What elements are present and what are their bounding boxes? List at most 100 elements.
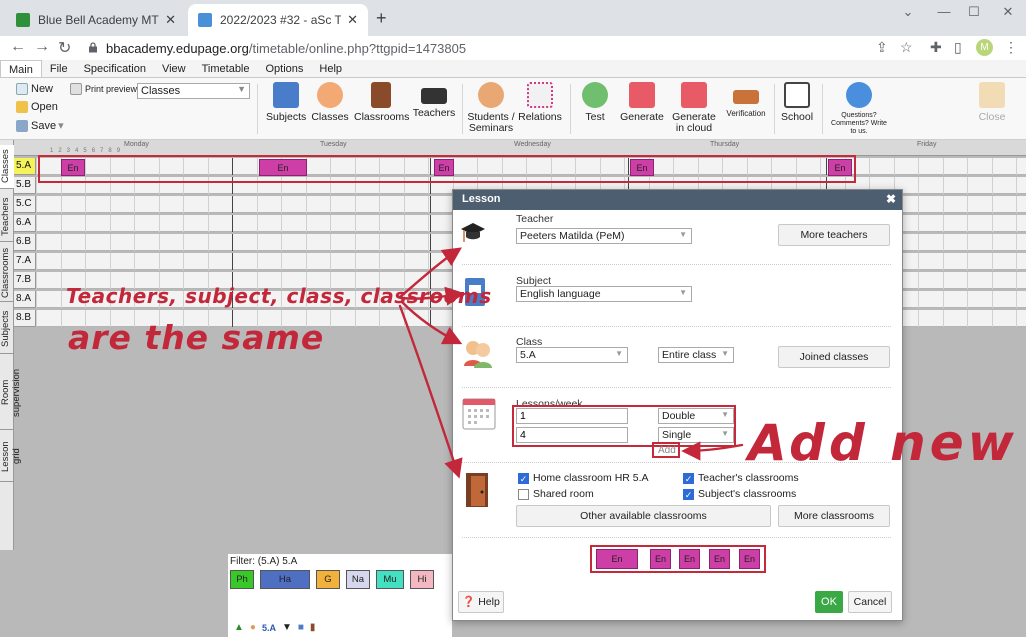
address-bar[interactable]: bbacademy.edupage.org/timetable/online.p…	[106, 41, 466, 56]
generate-button[interactable]: Generate	[620, 82, 664, 123]
browser-menu-icon[interactable]: ⋮	[1004, 39, 1018, 56]
more-classrooms-button[interactable]: More classrooms	[778, 505, 890, 527]
subject-chip-ha[interactable]: Ha	[260, 570, 310, 589]
subjects-classrooms-checkbox[interactable]: ✓ Subject's classrooms	[683, 488, 796, 500]
menu-timetable[interactable]: Timetable	[194, 60, 258, 77]
school-button[interactable]: School	[778, 82, 816, 123]
maximize-icon[interactable]: ☐	[964, 4, 984, 20]
teachers-label: Teachers	[412, 107, 456, 119]
subject-chip-na[interactable]: Na	[346, 570, 370, 589]
minimize-icon[interactable]: —	[934, 4, 954, 19]
menu-main[interactable]: Main	[0, 60, 42, 77]
sidetab-classrooms[interactable]: Classrooms	[0, 244, 14, 302]
menu-file[interactable]: File	[42, 60, 76, 77]
open-button[interactable]: Open	[16, 101, 58, 113]
view-select[interactable]: Classes ▼	[137, 83, 250, 99]
new-button[interactable]: New	[16, 83, 53, 95]
subjects-label: Subjects	[266, 111, 307, 123]
teacher-select[interactable]: Peeters Matilda (PeM) ▼	[516, 228, 692, 244]
class-row-label[interactable]: 5.C	[14, 196, 36, 213]
sidetab-room-supervision[interactable]: Room supervision	[0, 356, 22, 430]
class-row-label[interactable]: 7.A	[14, 253, 36, 270]
class-row-label[interactable]: 8.B	[14, 310, 36, 327]
ok-button[interactable]: OK	[815, 591, 843, 613]
save-button[interactable]: Save ▾	[16, 119, 64, 132]
people-icon[interactable]: ●	[250, 622, 256, 633]
classrooms-button[interactable]: Classrooms	[354, 82, 409, 123]
period-divider	[354, 253, 356, 270]
subject-chip-ph[interactable]: Ph	[230, 570, 254, 589]
browser-tab-academy[interactable]: Blue Bell Academy MT ✕	[6, 4, 186, 36]
menu-specification[interactable]: Specification	[76, 60, 154, 77]
sidetab-teachers[interactable]: Teachers	[0, 192, 14, 242]
close-button[interactable]: Close	[974, 82, 1010, 123]
group-select[interactable]: Entire class ▼	[658, 347, 734, 363]
print-preview-button[interactable]: Print preview	[70, 83, 137, 95]
relations-button[interactable]: Relations	[518, 82, 562, 123]
students-seminars-button[interactable]: Students / Seminars	[466, 82, 516, 134]
subject-chip-g[interactable]: G	[316, 570, 340, 589]
period-divider	[869, 158, 870, 175]
period-divider	[991, 291, 993, 308]
class-row-label[interactable]: 5.A	[14, 158, 36, 175]
new-tab-icon[interactable]: +	[376, 8, 387, 29]
bookmark-star-icon[interactable]: ☆	[900, 39, 913, 56]
day-wednesday: Wednesday	[514, 141, 551, 148]
class-row-label[interactable]: 5.B	[14, 177, 36, 194]
dialog-close-icon[interactable]: ✖	[886, 192, 896, 206]
classes-button[interactable]: Classes	[310, 82, 350, 123]
classroom-door-icon	[466, 473, 488, 507]
cancel-button[interactable]: Cancel	[848, 591, 892, 613]
share-icon[interactable]: ⇪	[876, 39, 888, 56]
side-panel-icon[interactable]: ▯	[954, 39, 962, 56]
period-divider	[207, 234, 209, 251]
close-tab-icon[interactable]: ✕	[347, 12, 358, 28]
reload-icon[interactable]: ↻	[58, 38, 71, 58]
subject-select[interactable]: English language ▼	[516, 286, 692, 302]
period-divider	[967, 272, 968, 289]
class-select[interactable]: 5.A ▼	[516, 347, 628, 363]
help-button[interactable]: ❓ Help	[458, 591, 504, 613]
test-button[interactable]: Test	[578, 82, 612, 123]
subjects-button[interactable]: Subjects	[266, 82, 306, 123]
class-row-label[interactable]: 8.A	[14, 291, 36, 308]
annotation-same-list: Teachers, subject, class, classrooms	[66, 284, 492, 308]
sidetab-lesson-grid[interactable]: Lesson grid	[0, 432, 22, 482]
extensions-icon[interactable]: ✚	[930, 39, 942, 56]
more-teachers-button[interactable]: More teachers	[778, 224, 890, 246]
back-icon[interactable]: ←	[10, 38, 26, 56]
shared-room-checkbox[interactable]: Shared room	[518, 488, 594, 500]
home-classroom-checkbox[interactable]: ✓ Home classroom HR 5.A	[518, 472, 649, 484]
class-row-label[interactable]: 7.B	[14, 272, 36, 289]
teachers-button[interactable]: Teachers	[412, 82, 456, 119]
generate-cloud-button[interactable]: Generate in cloud	[668, 82, 720, 134]
subject-chip-hi[interactable]: Hi	[410, 570, 434, 589]
tab-search-icon[interactable]: ⌄	[898, 4, 918, 20]
door-icon[interactable]: ▮	[310, 622, 316, 633]
book-icon[interactable]: ■	[298, 622, 304, 633]
joined-classes-button[interactable]: Joined classes	[778, 346, 890, 368]
window-close-icon[interactable]: ✕	[998, 4, 1018, 20]
tree-icon[interactable]: ▲	[234, 622, 244, 633]
annotation-add-new: Add new	[748, 414, 1018, 472]
forward-icon[interactable]: →	[34, 38, 50, 56]
sidetab-subjects[interactable]: Subjects	[0, 304, 14, 354]
close-tab-icon[interactable]: ✕	[165, 12, 176, 28]
profile-avatar[interactable]: M	[976, 39, 993, 56]
url-domain: bbacademy.edupage.org	[106, 41, 249, 56]
period-divider	[60, 234, 62, 251]
menu-view[interactable]: View	[154, 60, 194, 77]
sidetab-classes[interactable]: Classes	[0, 145, 14, 189]
menu-help[interactable]: Help	[311, 60, 350, 77]
menu-options[interactable]: Options	[258, 60, 312, 77]
questions-button[interactable]: Questions? Comments? Write to us.	[828, 82, 890, 136]
class-row-label[interactable]: 6.B	[14, 234, 36, 251]
subject-chip-mu[interactable]: Mu	[376, 570, 404, 589]
teachers-classrooms-checkbox[interactable]: ✓ Teacher's classrooms	[683, 472, 799, 484]
class-row-label[interactable]: 6.A	[14, 215, 36, 232]
verification-button[interactable]: Verification	[724, 82, 768, 119]
browser-tab-timetables[interactable]: 2022/2023 #32 - aSc Timetables ✕	[188, 4, 368, 36]
other-classrooms-button[interactable]: Other available classrooms	[516, 505, 771, 527]
teacher-cap-icon[interactable]: ▼	[282, 622, 292, 633]
ribbon-divider	[822, 84, 823, 134]
